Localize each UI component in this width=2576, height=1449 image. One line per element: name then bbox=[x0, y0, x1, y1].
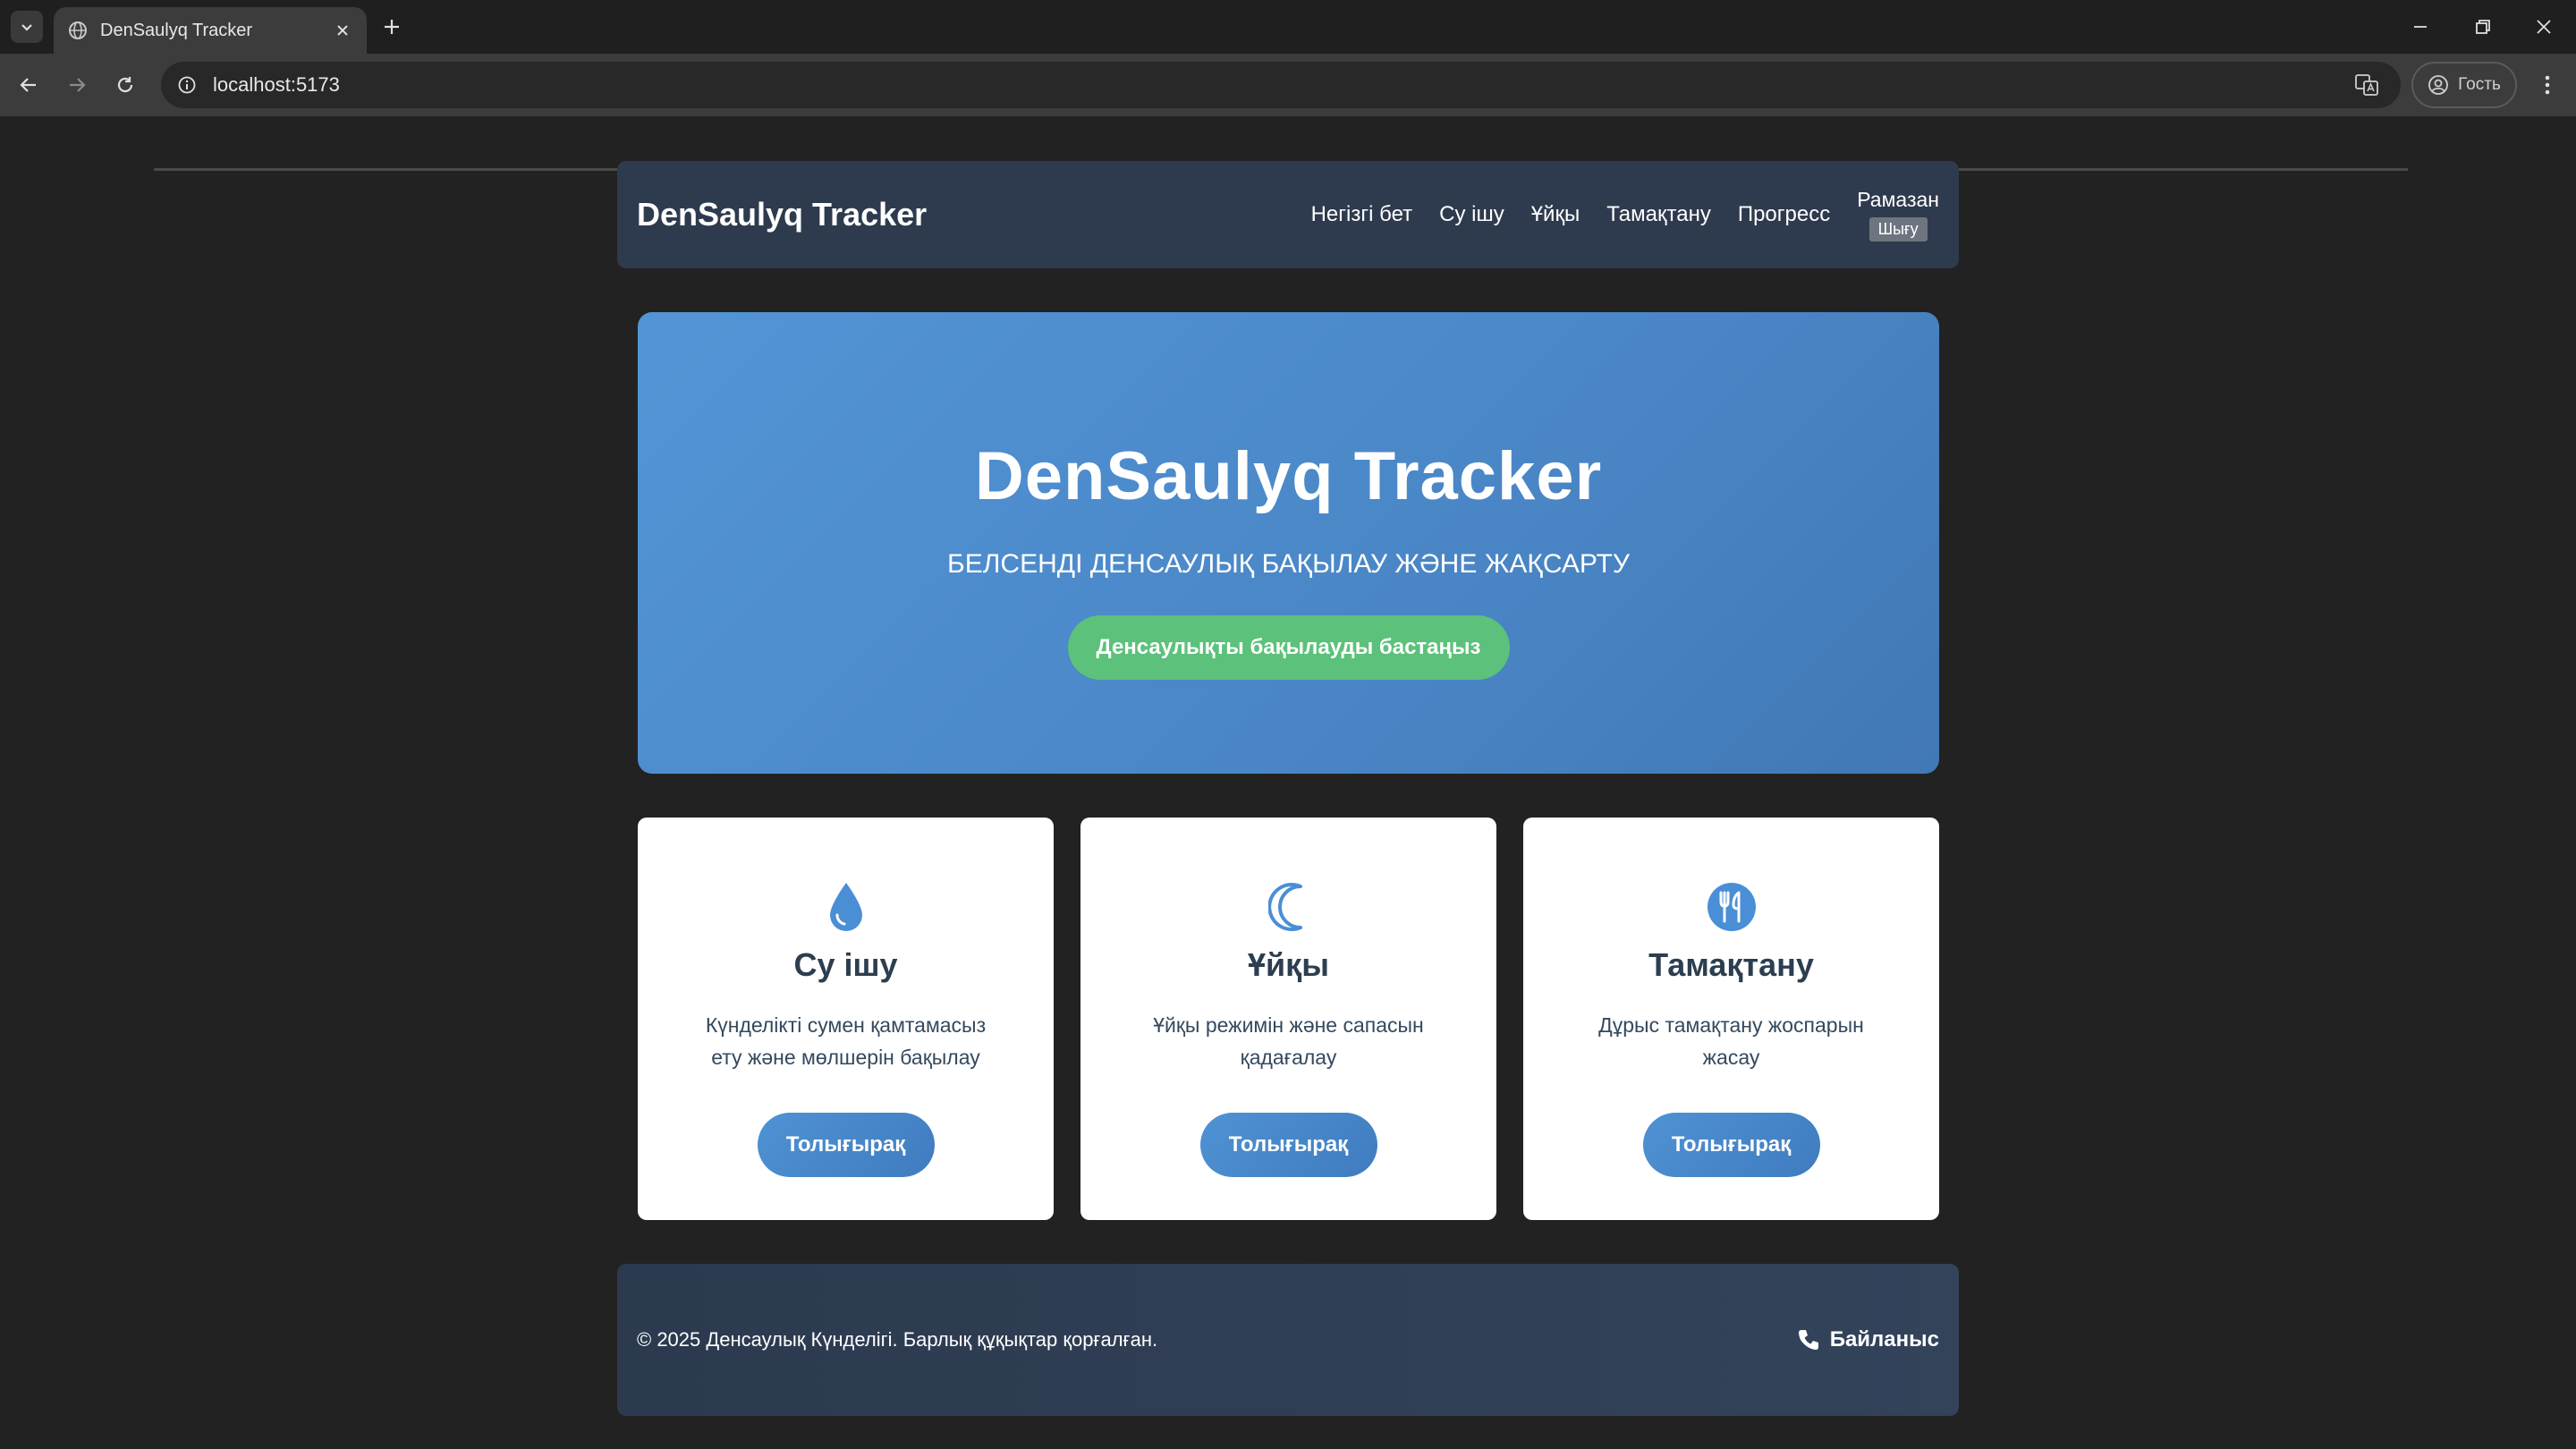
minimize-button[interactable] bbox=[2394, 9, 2447, 45]
nav-links: Негізгі бет Су ішу Ұйқы Тамақтану Прогре… bbox=[1311, 202, 1831, 227]
more-button-water[interactable]: Толығырақ bbox=[757, 1113, 935, 1177]
close-window-button[interactable] bbox=[2517, 9, 2571, 45]
hero-title: DenSaulyq Tracker bbox=[974, 438, 1603, 514]
brand-logo[interactable]: DenSaulyq Tracker bbox=[637, 196, 1311, 233]
feature-card-sleep: Ұйқы Ұйқы режимін және сапасын қадағалау… bbox=[1080, 818, 1496, 1220]
moon-icon bbox=[1262, 880, 1316, 934]
card-title: Су ішу bbox=[793, 946, 898, 983]
card-description: Дұрыс тамақтану жоспарын жасау bbox=[1598, 1013, 1864, 1069]
tab-search-button[interactable] bbox=[11, 11, 43, 43]
restore-button[interactable] bbox=[2456, 9, 2510, 45]
nav-link-sleep[interactable]: Ұйқы bbox=[1531, 202, 1580, 227]
close-tab-icon[interactable] bbox=[329, 17, 356, 44]
site-navbar: DenSaulyq Tracker Негізгі бет Су ішу Ұйқ… bbox=[617, 161, 1959, 268]
nav-link-progress[interactable]: Прогресс bbox=[1738, 202, 1830, 227]
user-box: Рамазан Шығу bbox=[1857, 188, 1939, 242]
more-button-nutrition[interactable]: Толығырақ bbox=[1642, 1113, 1820, 1177]
profile-label: Гость bbox=[2458, 75, 2501, 94]
arrow-right-icon bbox=[70, 78, 86, 92]
copyright-text: © 2025 Денсаулық Күнделігі. Барлық құқық… bbox=[637, 1328, 1158, 1351]
feature-card-nutrition: Тамақтану Дұрыс тамақтану жоспарын жасау… bbox=[1523, 818, 1939, 1220]
browser-toolbar: localhost:5173 Гость bbox=[0, 54, 2576, 171]
hero-subtitle: БЕЛСЕНДІ ДЕНСАУЛЫҚ БАҚЫЛАУ ЖӘНЕ ЖАҚСАРТУ bbox=[947, 549, 1630, 579]
nav-link-nutrition[interactable]: Тамақтану bbox=[1606, 202, 1711, 227]
feature-card-water: Су ішу Күнделікті сумен қамтамасыз ету ж… bbox=[638, 818, 1054, 1220]
tab-title: DenSaulyq Tracker bbox=[100, 20, 253, 40]
translate-icon[interactable] bbox=[2349, 67, 2385, 103]
site-info-icon[interactable] bbox=[174, 72, 200, 98]
nav-link-water[interactable]: Су ішу bbox=[1439, 202, 1504, 227]
card-description: Ұйқы режимін және сапасын қадағалау bbox=[1153, 1013, 1424, 1069]
phone-icon bbox=[1798, 1330, 1818, 1350]
card-description: Күнделікті сумен қамтамасыз ету және мөл… bbox=[705, 1013, 987, 1069]
browser-tab[interactable]: DenSaulyq Tracker bbox=[54, 7, 367, 54]
more-button-sleep[interactable]: Толығырақ bbox=[1199, 1113, 1377, 1177]
hero-banner: DenSaulyq Tracker БЕЛСЕНДІ ДЕНСАУЛЫҚ БАҚ… bbox=[638, 312, 1939, 774]
browser-menu-button[interactable] bbox=[2531, 69, 2563, 101]
close-icon bbox=[2537, 20, 2551, 34]
chevron-down-icon bbox=[21, 24, 32, 31]
reload-button[interactable] bbox=[109, 69, 141, 101]
profile-button[interactable]: Гость bbox=[2411, 62, 2517, 108]
site-footer: © 2025 Денсаулық Күнделігі. Барлық құқық… bbox=[617, 1264, 1959, 1416]
card-title: Тамақтану bbox=[1648, 946, 1814, 983]
minimize-icon bbox=[2414, 26, 2427, 28]
profile-icon bbox=[2428, 75, 2449, 95]
reload-icon bbox=[117, 77, 133, 93]
water-drop-icon bbox=[819, 880, 873, 934]
contact-link[interactable]: Байланыс bbox=[1796, 1327, 1939, 1352]
back-button[interactable] bbox=[13, 69, 45, 101]
logout-button[interactable]: Шығу bbox=[1868, 217, 1928, 242]
arrow-left-icon bbox=[20, 78, 36, 92]
plus-icon bbox=[385, 20, 399, 34]
globe-icon bbox=[66, 19, 89, 42]
user-name: Рамазан bbox=[1857, 188, 1939, 211]
nav-link-home[interactable]: Негізгі бет bbox=[1311, 202, 1413, 227]
start-tracking-button[interactable]: Денсаулықты бақылауды бастаңыз bbox=[1067, 615, 1510, 680]
more-vertical-icon bbox=[2545, 75, 2550, 95]
contact-label: Байланыс bbox=[1829, 1327, 1939, 1352]
card-title: Ұйқы bbox=[1248, 946, 1329, 983]
restore-icon bbox=[2476, 20, 2490, 34]
address-bar[interactable]: localhost:5173 bbox=[161, 62, 2401, 108]
url-text[interactable]: localhost:5173 bbox=[213, 73, 2349, 97]
browser-tab-strip: DenSaulyq Tracker bbox=[0, 0, 2576, 54]
utensils-icon bbox=[1705, 880, 1758, 934]
new-tab-button[interactable] bbox=[376, 11, 408, 43]
forward-button[interactable] bbox=[61, 69, 93, 101]
